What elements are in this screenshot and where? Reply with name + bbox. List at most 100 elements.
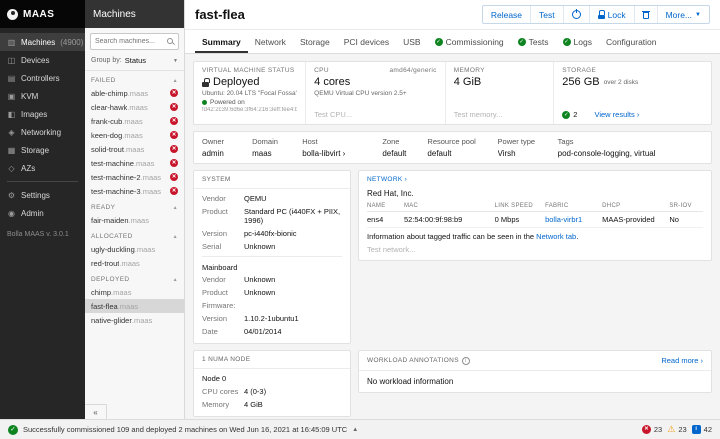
controllers-icon: ▤: [7, 73, 16, 83]
delete-button[interactable]: [633, 6, 657, 23]
network-tab-link[interactable]: Network tab: [536, 232, 576, 241]
check-icon: ✓: [562, 110, 571, 119]
machine-list-item[interactable]: able-chimp .maas ✕: [85, 86, 184, 100]
release-button[interactable]: Release: [483, 6, 530, 23]
tab-configuration[interactable]: Configuration: [599, 30, 664, 53]
tab-summary[interactable]: Summary: [195, 30, 248, 53]
read-more-link[interactable]: Read more ›: [661, 356, 703, 365]
group-header-ready[interactable]: READY ▲: [85, 198, 184, 213]
collapse-panel-button[interactable]: «: [85, 404, 107, 419]
machine-list-item[interactable]: clear-hawk .maas ✕: [85, 100, 184, 114]
host-link[interactable]: bolla-libvirt ›: [302, 149, 382, 158]
sidebar-item-images[interactable]: ◧ Images: [0, 105, 85, 123]
error-count-item[interactable]: ✕ 23: [641, 425, 662, 434]
test-memory-link[interactable]: Test memory...: [454, 110, 546, 119]
os-info: Ubuntu: 20.04 LTS "Focal Fossa": [202, 90, 298, 97]
notification-count: 42: [703, 425, 712, 434]
nic-vendor: Red Hat, Inc.: [367, 189, 414, 198]
machine-list-item[interactable]: solid-trout .maas ✕: [85, 142, 184, 156]
nic-name: ens4: [367, 211, 404, 228]
warning-count-item[interactable]: ⚠ 23: [667, 424, 686, 435]
machine-list-item[interactable]: test-machine .maas ✕: [85, 156, 184, 170]
test-network-link[interactable]: Test network...: [367, 245, 703, 254]
notification-count-item[interactable]: i 42: [691, 425, 712, 434]
vm-status-section: VIRTUAL MACHINE STATUS Deployed Ubuntu: …: [194, 62, 305, 124]
lock-button[interactable]: Lock: [588, 6, 634, 23]
sidebar-item-settings[interactable]: ⚙ Settings: [0, 186, 85, 204]
zones-icon: ◇: [8, 163, 15, 173]
more-button[interactable]: More... ▼: [656, 6, 709, 23]
user-icon: ◉: [8, 208, 15, 218]
test-button[interactable]: Test: [530, 6, 563, 23]
search-wrap: [90, 33, 179, 50]
nic-mac: 52:54:00:9f:98:b9: [403, 211, 495, 228]
machine-list-item[interactable]: native-glider .maas: [85, 313, 184, 327]
maas-logo-icon: [7, 8, 18, 20]
tab-pci-devices[interactable]: PCI devices: [337, 30, 396, 53]
group-header-deployed[interactable]: DEPLOYED ▲: [85, 270, 184, 285]
divider: [202, 256, 342, 257]
gear-icon: ⚙: [7, 190, 16, 200]
system-network-row: SYSTEM Vendor QEMU Product Standard PC (i4…: [193, 170, 712, 344]
view-results-link[interactable]: View results ›: [594, 110, 639, 119]
network-card-title-link[interactable]: NETWORK ›: [359, 171, 711, 185]
table-row: ens4 52:54:00:9f:98:b9 0 Mbps bolla-virb…: [367, 211, 703, 228]
sidebar-item-storage[interactable]: ▦ Storage: [0, 141, 85, 159]
tab-logs[interactable]: ✓ Logs: [556, 30, 599, 53]
tab-usb[interactable]: USB: [396, 30, 427, 53]
maas-logo[interactable]: MAAS: [0, 0, 85, 28]
nic-link-speed: 0 Mbps: [494, 211, 546, 228]
cpu-arch: amd64/generic: [389, 67, 437, 74]
detail-zone: Zone default: [382, 137, 407, 158]
networking-icon: ◈: [8, 127, 15, 137]
tab-tests[interactable]: ✓ Tests: [511, 30, 556, 53]
nic-fabric-link[interactable]: bolla-virbr1: [545, 211, 603, 228]
group-header-failed[interactable]: FAILED ▲: [85, 71, 184, 86]
sidebar-item-networking[interactable]: ◈ Networking: [0, 123, 85, 141]
status-message: Successfully commissioned 109 and deploy…: [23, 425, 348, 434]
machine-list-item[interactable]: frank-cub .maas ✕: [85, 114, 184, 128]
machine-list-item[interactable]: fair-maiden .maas: [85, 213, 184, 227]
sidebar-item-controllers[interactable]: ▤ Controllers: [0, 69, 85, 87]
sidebar-item-admin[interactable]: ◉ Admin: [0, 204, 85, 222]
machine-list-item[interactable]: red-trout .maas: [85, 256, 184, 270]
workload-annotations-card: WORKLOAD ANNOTATIONS i Read more › No wo…: [358, 350, 712, 393]
group-by-select[interactable]: Group by: Status ▼: [85, 54, 184, 71]
sidebar-item-label: Settings: [21, 190, 50, 200]
warning-icon: ⚠: [667, 424, 676, 434]
workload-card-header: WORKLOAD ANNOTATIONS i Read more ›: [359, 351, 711, 371]
tab-network[interactable]: Network: [248, 30, 293, 53]
memory-value: 4 GiB: [453, 76, 482, 88]
main-row: MAAS ▥ Machines (4900) ◫ Devices ▤ Contr…: [0, 0, 720, 419]
machine-list-item[interactable]: ugly-duckling .maas: [85, 242, 184, 256]
sidebar-item-azs[interactable]: ◇ AZs: [0, 159, 85, 177]
firmware-label: Firmware:: [202, 301, 236, 310]
machine-list-item-selected[interactable]: fast-flea .maas: [85, 299, 184, 313]
tab-storage[interactable]: Storage: [293, 30, 337, 53]
failed-status-icon: ✕: [170, 159, 178, 167]
machine-list-item[interactable]: test-machine-3 .maas ✕: [85, 184, 184, 198]
machine-list-item[interactable]: test-machine-2 .maas ✕: [85, 170, 184, 184]
sidebar-item-label: AZs: [21, 163, 36, 173]
machine-list-item[interactable]: keen-dog .maas ✕: [85, 128, 184, 142]
sidebar-item-label: Devices: [21, 55, 50, 65]
power-button[interactable]: [562, 6, 589, 23]
devices-icon: ◫: [7, 55, 16, 65]
group-header-allocated[interactable]: ALLOCATED ▲: [85, 227, 184, 242]
mainboard-title: Mainboard: [202, 263, 238, 272]
tab-bar: Summary Network Storage PCI devices USB …: [185, 30, 720, 54]
machines-icon: ▥: [7, 37, 16, 47]
sidebar-item-kvm[interactable]: ▣ KVM: [0, 87, 85, 105]
search-input[interactable]: [90, 33, 179, 50]
tab-commissioning[interactable]: ✓ Commissioning: [428, 30, 511, 53]
chevron-up-icon[interactable]: ▲: [352, 427, 358, 433]
test-cpu-link[interactable]: Test CPU...: [314, 110, 437, 119]
sidebar-item-machines[interactable]: ▥ Machines (4900): [0, 33, 85, 51]
machine-list-item[interactable]: chimp .maas: [85, 285, 184, 299]
sidebar-item-devices[interactable]: ◫ Devices: [0, 51, 85, 69]
sidebar-item-label: Machines: [21, 37, 56, 47]
page-header: fast-flea Release Test Lock More... ▼: [185, 0, 720, 30]
trash-icon: [642, 11, 651, 19]
numa-workload-row: 1 NUMA NODE Node 0 CPU cores 4 (0-3) Memo…: [193, 350, 712, 417]
kvm-icon: ▣: [7, 91, 16, 101]
